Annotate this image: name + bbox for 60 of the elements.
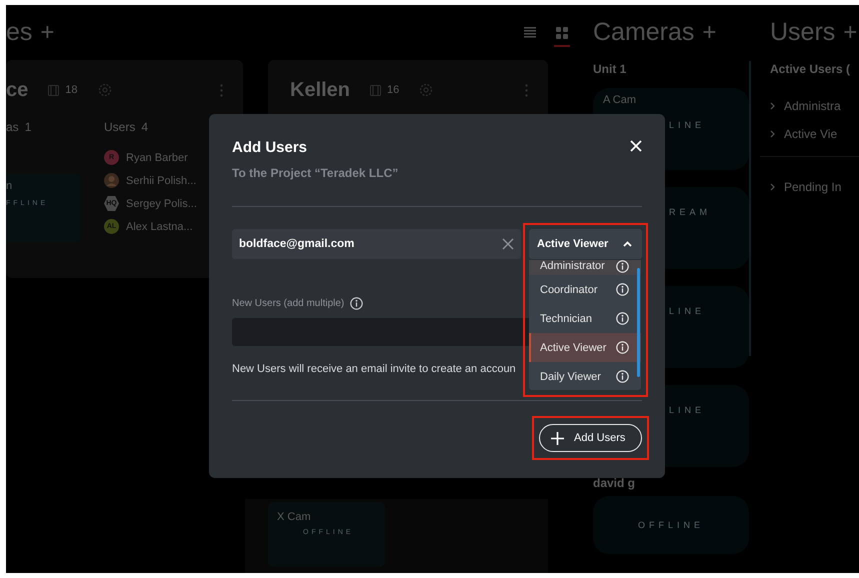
add-button[interactable]: + [843, 18, 858, 46]
camera-name: david g [593, 476, 636, 490]
scrollbar[interactable] [637, 268, 640, 377]
column-title: Cameras [593, 18, 694, 47]
add-button[interactable]: + [702, 18, 716, 46]
film-icon [370, 84, 382, 96]
menu-item[interactable]: Administrator [529, 260, 641, 275]
dialog-subtitle: To the Project “Teradek LLC” [232, 166, 398, 180]
project-name: Kellen [290, 78, 350, 102]
info-icon[interactable] [616, 370, 629, 383]
unit-label: Unit 1 [593, 61, 628, 78]
section-count: 1 [24, 120, 32, 136]
role-dropdown[interactable]: Active Viewer [529, 229, 642, 259]
info-icon[interactable] [350, 297, 364, 310]
chevron-icon [770, 130, 775, 138]
input-field[interactable] [232, 318, 532, 346]
camera-status: LINE [669, 306, 706, 316]
group-row[interactable]: Pending In [770, 169, 859, 197]
menu-item[interactable]: Active Viewer [529, 333, 641, 362]
info-icon[interactable] [616, 260, 629, 273]
info-icon[interactable] [616, 312, 629, 325]
field-label: New Users (add multiple) [232, 298, 344, 309]
group-row[interactable]: Administra [770, 88, 859, 116]
info-icon[interactable] [616, 283, 629, 296]
user-name: Alex Lastna... [126, 220, 193, 232]
section-heading: Active Users ( [770, 61, 852, 78]
chevron-icon [770, 102, 775, 110]
camera-count: 16 [387, 84, 400, 96]
info-icon[interactable] [616, 341, 629, 354]
column-title: es [6, 18, 32, 47]
camera-status: LINE [669, 405, 706, 415]
camera-count: 18 [65, 84, 78, 96]
chevron-icon [770, 183, 775, 191]
camera-name: n [6, 180, 14, 192]
avatar [104, 173, 119, 188]
plus-icon [551, 432, 564, 444]
user-name: Serhii Polish... [126, 174, 196, 186]
close-icon[interactable] [630, 140, 642, 152]
add-users-button[interactable]: Add Users [539, 424, 642, 452]
section-count: 4 [141, 120, 148, 136]
hint-text: New Users will receive an email invite to create an accoun [232, 363, 517, 375]
camera-status: REAM [669, 207, 712, 217]
user-name: Sergey Polis... [126, 198, 197, 210]
add-button[interactable]: + [40, 18, 54, 46]
group-row[interactable]: Active Vie [770, 116, 859, 144]
camera-status: OFFLINE [638, 520, 704, 530]
user-name: Ryan Barber [126, 152, 188, 164]
email-field[interactable]: boldface@gmail.com [232, 229, 521, 259]
section-label: as [6, 120, 19, 136]
camera-tile[interactable]: OFFLINE [593, 496, 749, 554]
dialog-title: Add Users [232, 139, 308, 156]
camera-name: A Cam [603, 94, 638, 106]
section-label: Users [104, 120, 136, 136]
grid-view-icon[interactable] [554, 26, 570, 46]
column-title: Users [770, 18, 836, 47]
project-name: ce [6, 78, 28, 102]
clear-icon[interactable] [502, 238, 514, 250]
camera-name: X Cam [277, 511, 312, 523]
film-icon [48, 84, 60, 96]
camera-status: LINE [669, 120, 706, 130]
